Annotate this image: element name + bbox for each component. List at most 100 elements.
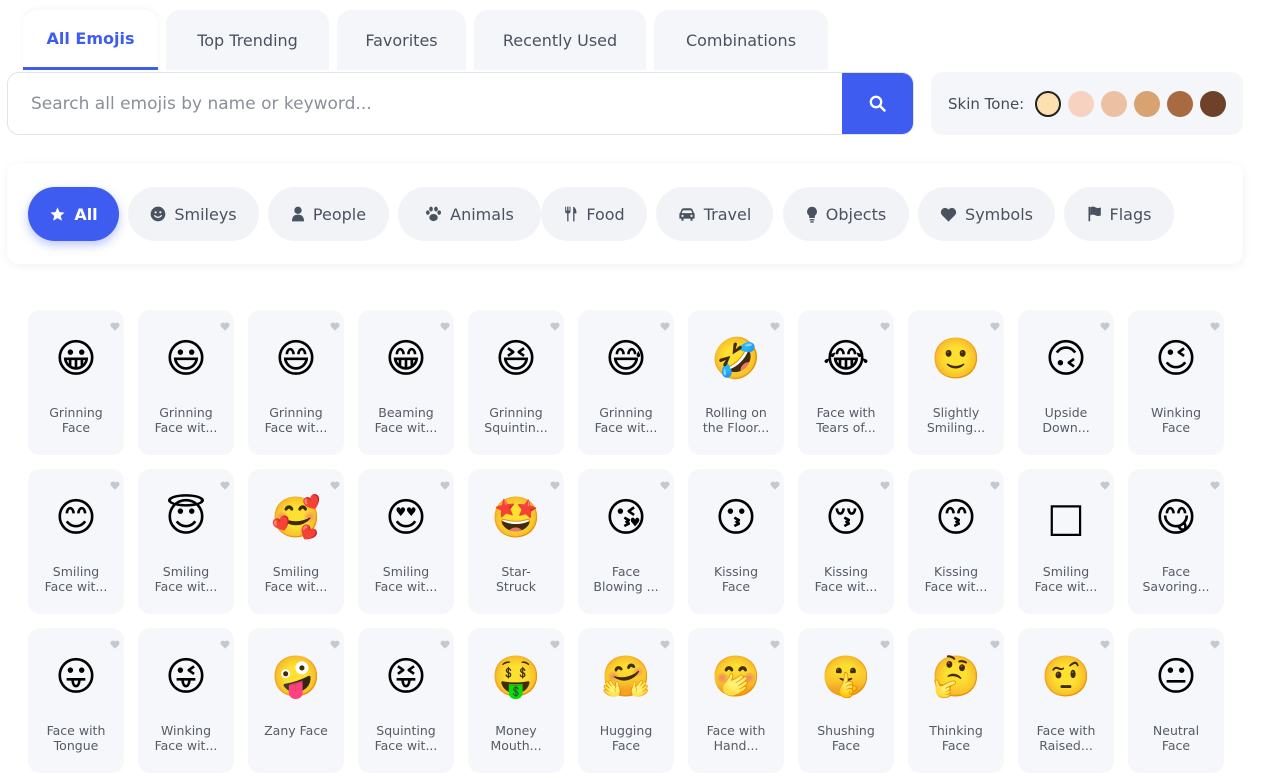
skin-tone-medium[interactable]	[1134, 90, 1161, 117]
emoji-card[interactable]: 😉 Winking Face	[1128, 310, 1224, 455]
category-people[interactable]: People	[268, 187, 389, 241]
heart-icon[interactable]	[990, 640, 1000, 649]
emoji-card[interactable]: 🤪 Zany Face	[248, 628, 344, 773]
category-food[interactable]: Food	[541, 187, 647, 241]
skin-tone-selector: Skin Tone:	[931, 72, 1243, 135]
category-flags[interactable]: Flags	[1064, 187, 1174, 241]
emoji-card[interactable]: □ Smiling Face wit...	[1018, 469, 1114, 614]
heart-icon[interactable]	[770, 322, 780, 331]
heart-icon[interactable]	[550, 640, 560, 649]
emoji-card[interactable]: 😚 Kissing Face wit...	[798, 469, 894, 614]
emoji-card[interactable]: 🙂 Slightly Smiling...	[908, 310, 1004, 455]
emoji-card[interactable]: 🤗 Hugging Face	[578, 628, 674, 773]
heart-icon[interactable]	[990, 481, 1000, 490]
category-symbols[interactable]: Symbols	[918, 187, 1055, 241]
emoji-glyph: 🤔	[931, 654, 981, 700]
heart-icon[interactable]	[880, 481, 890, 490]
car-icon	[679, 207, 695, 221]
emoji-card[interactable]: 😄 Grinning Face wit...	[248, 310, 344, 455]
emoji-card[interactable]: 😍 Smiling Face wit...	[358, 469, 454, 614]
heart-icon[interactable]	[1100, 481, 1110, 490]
emoji-card[interactable]: 🤭 Face with Hand...	[688, 628, 784, 773]
tab-all-emojis[interactable]: All Emojis	[23, 10, 158, 70]
skin-tone-medium-light[interactable]	[1101, 90, 1128, 117]
emoji-card[interactable]: 😙 Kissing Face wit...	[908, 469, 1004, 614]
skin-tone-light[interactable]	[1068, 90, 1095, 117]
search-button[interactable]	[842, 73, 913, 134]
emoji-card[interactable]: 🤔 Thinking Face	[908, 628, 1004, 773]
emoji-card[interactable]: 😀 Grinning Face	[28, 310, 124, 455]
category-smileys[interactable]: Smileys	[128, 187, 259, 241]
emoji-card[interactable]: 🤫 Shushing Face	[798, 628, 894, 773]
heart-icon[interactable]	[330, 640, 340, 649]
emoji-card[interactable]: 😅 Grinning Face wit...	[578, 310, 674, 455]
category-all[interactable]: All	[28, 187, 119, 241]
emoji-card[interactable]: 🤩 Star- Struck	[468, 469, 564, 614]
emoji-name: Grinning Squintin...	[484, 405, 548, 435]
heart-icon[interactable]	[220, 481, 230, 490]
emoji-name: Money Mouth...	[490, 723, 542, 753]
heart-icon[interactable]	[880, 640, 890, 649]
heart-icon[interactable]	[330, 481, 340, 490]
emoji-card[interactable]: 😆 Grinning Squintin...	[468, 310, 564, 455]
category-travel[interactable]: Travel	[656, 187, 773, 241]
heart-icon[interactable]	[440, 481, 450, 490]
emoji-card[interactable]: 😁 Beaming Face wit...	[358, 310, 454, 455]
emoji-card[interactable]: 🤣 Rolling on the Floor...	[688, 310, 784, 455]
skin-tone-medium-dark[interactable]	[1167, 90, 1194, 117]
heart-icon[interactable]	[550, 322, 560, 331]
emoji-glyph: 😗	[715, 495, 757, 541]
heart-icon[interactable]	[1100, 322, 1110, 331]
heart-icon[interactable]	[770, 640, 780, 649]
heart-icon[interactable]	[660, 640, 670, 649]
heart-icon[interactable]	[110, 640, 120, 649]
emoji-name: Smiling Face wit...	[1034, 564, 1098, 594]
heart-icon[interactable]	[220, 322, 230, 331]
emoji-card[interactable]: 🥰 Smiling Face wit...	[248, 469, 344, 614]
heart-icon[interactable]	[880, 322, 890, 331]
emoji-card[interactable]: 🤨 Face with Raised...	[1018, 628, 1114, 773]
skin-tone-dark[interactable]	[1200, 90, 1227, 117]
category-objects[interactable]: Objects	[783, 187, 909, 241]
emoji-card[interactable]: 😂 Face with Tears of...	[798, 310, 894, 455]
heart-icon[interactable]	[770, 481, 780, 490]
emoji-card[interactable]: 😝 Squinting Face wit...	[358, 628, 454, 773]
heart-icon[interactable]	[550, 481, 560, 490]
skin-tone-default[interactable]	[1035, 90, 1062, 117]
emoji-glyph: 🤪	[271, 654, 321, 700]
category-animals[interactable]: Animals	[398, 187, 541, 241]
heart-icon[interactable]	[440, 640, 450, 649]
emoji-card[interactable]: 😇 Smiling Face wit...	[138, 469, 234, 614]
emoji-card[interactable]: 😐 Neutral Face	[1128, 628, 1224, 773]
heart-icon[interactable]	[220, 640, 230, 649]
heart-icon[interactable]	[110, 481, 120, 490]
heart-icon[interactable]	[660, 322, 670, 331]
emoji-card[interactable]: 😋 Face Savoring...	[1128, 469, 1224, 614]
emoji-card[interactable]: 😛 Face with Tongue	[28, 628, 124, 773]
heart-icon[interactable]	[1100, 640, 1110, 649]
heart-icon[interactable]	[330, 322, 340, 331]
heart-icon[interactable]	[660, 481, 670, 490]
heart-icon[interactable]	[1210, 322, 1220, 331]
tab-top-trending[interactable]: Top Trending	[166, 10, 329, 70]
tab-favorites[interactable]: Favorites	[337, 10, 466, 70]
tab-recently-used[interactable]: Recently Used	[474, 10, 646, 70]
heart-icon[interactable]	[1210, 640, 1220, 649]
emoji-card[interactable]: 😃 Grinning Face wit...	[138, 310, 234, 455]
heart-icon[interactable]	[990, 322, 1000, 331]
emoji-glyph: 😄	[275, 336, 317, 382]
emoji-card[interactable]: 😘 Face Blowing ...	[578, 469, 674, 614]
heart-icon[interactable]	[110, 322, 120, 331]
heart-icon[interactable]	[440, 322, 450, 331]
heart-icon[interactable]	[1210, 481, 1220, 490]
emoji-glyph: 🤭	[711, 654, 761, 700]
emoji-name: Shushing Face	[817, 723, 875, 753]
emoji-card[interactable]: 🤑 Money Mouth...	[468, 628, 564, 773]
emoji-glyph: 😃	[165, 336, 207, 382]
emoji-card[interactable]: 🙃 Upside Down...	[1018, 310, 1114, 455]
tab-combinations[interactable]: Combinations	[654, 10, 828, 70]
emoji-card[interactable]: 😗 Kissing Face	[688, 469, 784, 614]
emoji-card[interactable]: 😜 Winking Face wit...	[138, 628, 234, 773]
emoji-card[interactable]: 😊 Smiling Face wit...	[28, 469, 124, 614]
search-input[interactable]	[8, 73, 842, 134]
